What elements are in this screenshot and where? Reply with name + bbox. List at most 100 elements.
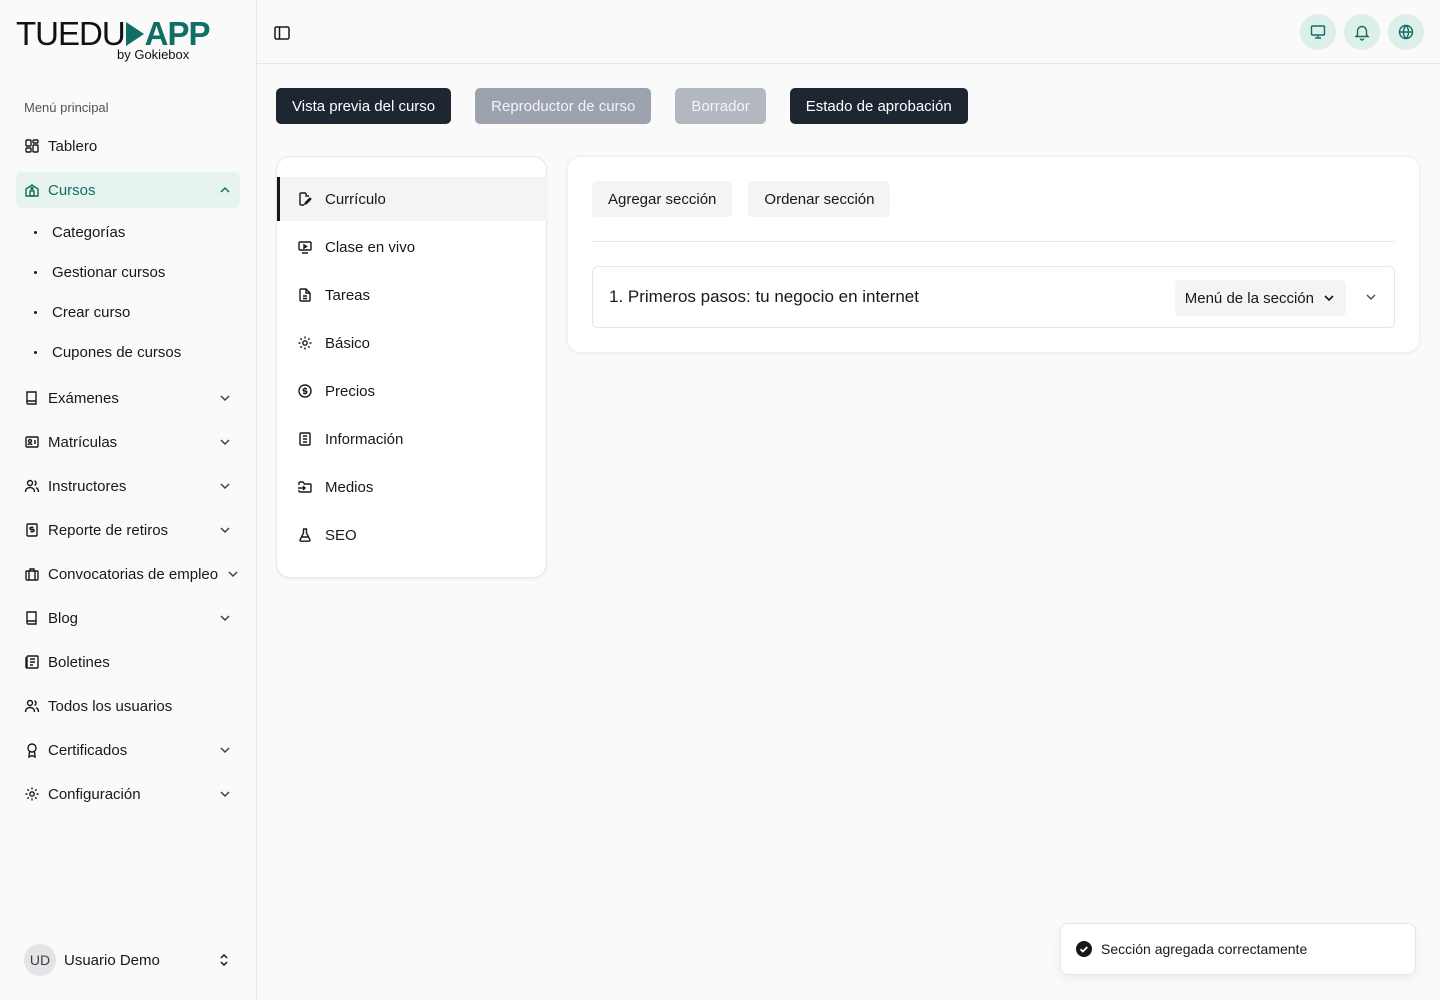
file-text-icon [297,287,313,303]
draft-button[interactable]: Borrador [675,88,766,124]
monitor-button[interactable] [1300,14,1336,50]
tab-label: Currículo [325,190,386,208]
curriculum-panel: Agregar sección Ordenar sección 1. Prime… [567,156,1420,353]
section-menu-label: Menú de la sección [1184,289,1314,307]
tab-label: Clase en vivo [325,238,416,256]
sidebar-item-label: Blog [48,609,79,627]
submenu-item-crear-curso[interactable]: Crear curso [16,292,240,332]
sidebar-item-label: Matrículas [48,433,118,451]
chevron-down-icon[interactable] [218,787,232,801]
sidebar-item-label: Boletines [48,653,110,671]
user-name: Usuario Demo [64,951,160,969]
monitor-icon [1310,25,1326,39]
avatar: UD [24,944,56,976]
chevron-down-icon[interactable] [218,479,232,493]
tab-informacion[interactable]: Información [277,417,547,461]
language-button[interactable] [1388,14,1424,50]
live-class-icon [297,239,313,255]
tab-label: Tareas [325,286,371,304]
divider [592,241,1395,242]
tab-precios[interactable]: Precios [277,369,547,413]
tab-clase-en-vivo[interactable]: Clase en vivo [277,225,547,269]
tab-curriculo[interactable]: Currículo [277,177,547,221]
sidebar-item-label: Certificados [48,741,128,759]
submenu-item-gestionar-cursos[interactable]: Gestionar cursos [16,252,240,292]
bullet-icon [34,310,37,314]
tab-label: Información [325,430,404,448]
user-menu[interactable]: UD Usuario Demo [24,944,240,976]
sidebar-item-todos-usuarios[interactable]: Todos los usuarios [16,688,240,724]
sidebar-item-matriculas[interactable]: Matrículas [16,424,240,460]
section-card[interactable]: 1. Primeros pasos: tu negocio en interne… [592,266,1395,328]
chevron-up-icon[interactable] [218,183,232,197]
notifications-button[interactable] [1344,14,1380,50]
sidebar-item-instructores[interactable]: Instructores [16,468,240,504]
course-toolbar: Vista previa del curso Reproductor de cu… [276,88,968,124]
sidebar-item-reporte-retiros[interactable]: Reporte de retiros [16,512,240,548]
submenu-item-cupones[interactable]: Cupones de cursos [16,332,240,372]
dashboard-icon [24,138,40,154]
order-section-button[interactable]: Ordenar sección [748,181,891,217]
document-icon [297,431,313,447]
tab-basico[interactable]: Básico [277,321,547,365]
chevron-down-icon[interactable] [218,523,232,537]
gear-icon [297,335,313,351]
course-player-button[interactable]: Reproductor de curso [475,88,652,124]
book-open-icon [24,610,40,626]
chevron-down-icon[interactable] [218,391,232,405]
chevron-down-icon[interactable] [218,611,232,625]
tab-tareas[interactable]: Tareas [277,273,547,317]
play-icon [125,22,144,47]
submenu-label: Categorías [52,223,126,241]
bullet-icon [34,350,37,354]
briefcase-icon [24,566,40,582]
sidebar-item-label: Tablero [48,137,98,155]
sidebar-item-blog[interactable]: Blog [16,600,240,636]
courses-icon [24,182,40,198]
flask-icon [297,527,313,543]
top-actions [1300,14,1424,50]
sidebar-item-label: Todos los usuarios [48,697,173,715]
curriculum-actions: Agregar sección Ordenar sección [592,181,891,217]
sidebar-toggle-icon[interactable] [273,24,291,42]
chevron-down-icon[interactable] [218,743,232,757]
chevron-down-icon [1324,295,1334,302]
id-card-icon [24,434,40,450]
folder-input-icon [297,479,313,495]
gear-icon [24,786,40,802]
book-icon [24,390,40,406]
tab-list: Currículo Clase en vivo Tareas Básico Pr… [277,177,547,561]
chevron-down-icon[interactable] [218,435,232,449]
logo-tagline: by Gokiebox [117,47,190,62]
sidebar-item-examenes[interactable]: Exámenes [16,380,240,416]
chevrons-up-down-icon [220,953,228,967]
submenu-item-categorias[interactable]: Categorías [16,212,240,252]
toast-message: Sección agregada correctamente [1101,941,1308,957]
preview-course-button[interactable]: Vista previa del curso [276,88,452,124]
section-menu-button[interactable]: Menú de la sección [1174,280,1346,316]
bullet-icon [34,230,37,234]
sidebar-item-label: Reporte de retiros [48,521,169,539]
sidebar-item-certificados[interactable]: Certificados [16,732,240,768]
courses-submenu: Categorías Gestionar cursos Crear curso … [16,212,240,372]
tab-medios[interactable]: Medios [277,465,547,509]
chevron-down-icon[interactable] [1364,290,1378,304]
sidebar-item-convocatorias[interactable]: Convocatorias de empleo [16,556,240,592]
approval-status-button[interactable]: Estado de aprobación [789,88,968,124]
users-icon [24,698,40,714]
sidebar-item-tablero[interactable]: Tablero [16,128,240,164]
tab-seo[interactable]: SEO [277,513,547,557]
chevron-down-icon[interactable] [226,567,240,581]
sidebar-item-label: Instructores [48,477,127,495]
check-circle-icon [1076,941,1092,957]
submenu-label: Cupones de cursos [52,343,182,361]
sidebar-item-boletines[interactable]: Boletines [16,644,240,680]
users-icon [24,478,40,494]
submenu-label: Gestionar cursos [52,263,166,281]
money-report-icon [24,522,40,538]
add-section-button[interactable]: Agregar sección [592,181,733,217]
sidebar-item-configuracion[interactable]: Configuración [16,776,240,812]
dollar-circle-icon [297,383,313,399]
app-logo[interactable]: TUEDU APP by Gokiebox [16,16,211,64]
sidebar-item-cursos[interactable]: Cursos [16,172,240,208]
